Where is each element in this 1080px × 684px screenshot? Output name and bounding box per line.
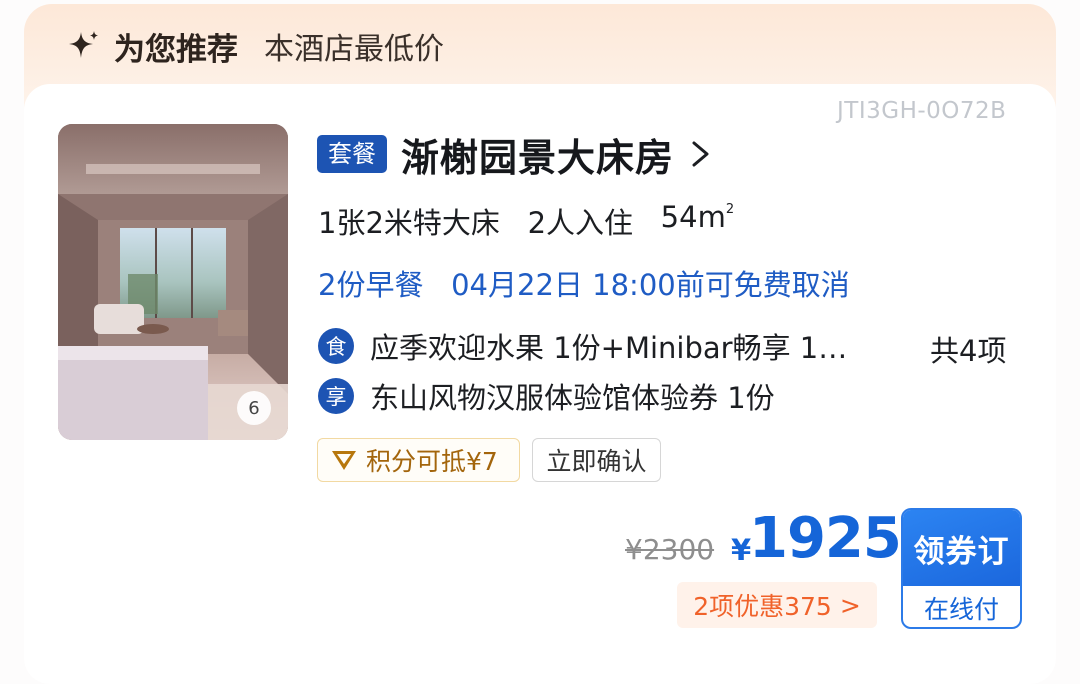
- bed-info: 1张2米特大床: [318, 206, 500, 240]
- room-name[interactable]: 渐榭园景大床房: [401, 127, 674, 182]
- photo-count-badge[interactable]: 6: [237, 391, 271, 425]
- room-policy: 2份早餐 04月22日 18:00前可免费取消: [318, 262, 850, 304]
- cancel-policy: 18:00前可免费取消: [592, 268, 850, 302]
- header-subtitle: 本酒店最低价: [264, 32, 444, 67]
- current-price: 1925: [749, 506, 902, 571]
- perk-text: 东山风物汉服体验馆体验券 1份: [370, 381, 775, 415]
- area-info: 54m: [660, 200, 726, 234]
- room-title-row[interactable]: 套餐 渐榭园景大床房: [317, 126, 712, 182]
- perk-item-enjoy[interactable]: 享 东山风物汉服体验馆体验券 1份: [318, 376, 775, 416]
- cancel-date: 04月22日: [451, 268, 583, 302]
- food-perk-icon: 食: [318, 328, 354, 364]
- points-tag-label: 积分可抵¥7: [366, 447, 498, 476]
- perk-item-food[interactable]: 食 应季欢迎水果 1份+Minibar畅享 1…: [318, 326, 847, 366]
- package-badge: 套餐: [317, 135, 387, 173]
- online-pay-label[interactable]: 在线付: [903, 586, 1020, 627]
- chevron-right-icon[interactable]: [690, 139, 712, 169]
- points-tag: 积分可抵¥7: [317, 438, 520, 482]
- perks-total[interactable]: 共4项: [930, 328, 1006, 370]
- diamond-icon: [332, 451, 356, 470]
- instant-confirm-tag: 立即确认: [532, 438, 661, 482]
- discount-label: 2项优惠375: [693, 592, 832, 621]
- header-title: 为您推荐: [114, 31, 238, 68]
- occupancy-info: 2人入住: [527, 206, 634, 240]
- original-price: ¥2300: [625, 533, 715, 566]
- chevron-right-icon: >: [839, 590, 861, 620]
- breakfast-info: 2份早餐: [318, 268, 424, 302]
- book-button-label[interactable]: 领券订: [903, 510, 1020, 586]
- discount-detail-button[interactable]: 2项优惠375 >: [677, 582, 877, 628]
- book-button[interactable]: 领券订 在线付: [901, 508, 1022, 629]
- room-code: JTI3GH-0O72B: [837, 98, 1007, 124]
- area-superscript: 2: [725, 202, 735, 217]
- enjoy-perk-icon: 享: [318, 378, 354, 414]
- perk-text: 应季欢迎水果 1份+Minibar畅享 1…: [370, 331, 848, 365]
- recommendation-header: 为您推荐 本酒店最低价: [66, 22, 444, 70]
- sparkle-icon: [69, 31, 98, 58]
- room-specs: 1张2米特大床 2人入住 54m 2: [318, 200, 734, 242]
